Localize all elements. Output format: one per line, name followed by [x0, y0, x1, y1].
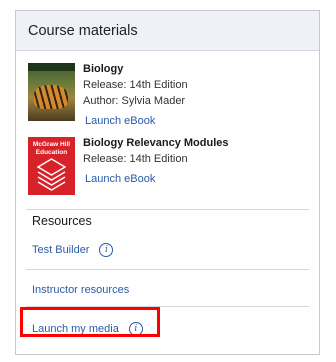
section-divider — [26, 209, 309, 210]
launch-ebook-link[interactable]: Launch eBook — [83, 113, 313, 129]
stacked-layers-icon — [36, 158, 67, 191]
book-info: Biology Relevancy Modules Release: 14th … — [83, 135, 313, 187]
tiger-cover-image — [28, 63, 75, 121]
instructor-resources-label[interactable]: Instructor resources — [32, 284, 129, 296]
book-author: Author: Sylvia Mader — [83, 95, 186, 107]
resources-heading: Resources — [32, 214, 92, 228]
mcgraw-hill-cover: McGraw Hill Education — [28, 137, 75, 195]
book-info: Biology Release: 14th Edition Author: Sy… — [83, 61, 313, 129]
book-title: Biology Relevancy Modules — [83, 137, 229, 149]
book-release: Release: 14th Edition — [83, 79, 188, 91]
panel-title: Course materials — [16, 11, 319, 51]
test-builder-link[interactable]: Test Builder i — [32, 243, 114, 257]
course-materials-panel: Course materials Biology Release: 14th E… — [15, 10, 320, 355]
launch-ebook-link[interactable]: Launch eBook — [83, 171, 313, 187]
info-icon[interactable]: i — [128, 322, 143, 336]
book-release: Release: 14th Edition — [83, 153, 188, 165]
launch-my-media-label[interactable]: Launch my media — [32, 323, 119, 335]
test-builder-label[interactable]: Test Builder — [32, 244, 89, 256]
info-icon[interactable]: i — [99, 243, 114, 257]
resource-divider — [26, 269, 309, 270]
book-cover-biology[interactable] — [28, 63, 75, 121]
instructor-resources-link[interactable]: Instructor resources — [32, 284, 129, 296]
resource-divider — [26, 306, 309, 307]
book-cover-relevancy[interactable]: McGraw Hill Education — [28, 137, 75, 195]
tiger-illustration — [34, 85, 68, 109]
cover-band — [28, 63, 75, 71]
launch-my-media-link[interactable]: Launch my media i — [32, 322, 143, 336]
mcgraw-hill-logo: McGraw Hill Education — [32, 141, 71, 156]
book-title: Biology — [83, 63, 124, 75]
